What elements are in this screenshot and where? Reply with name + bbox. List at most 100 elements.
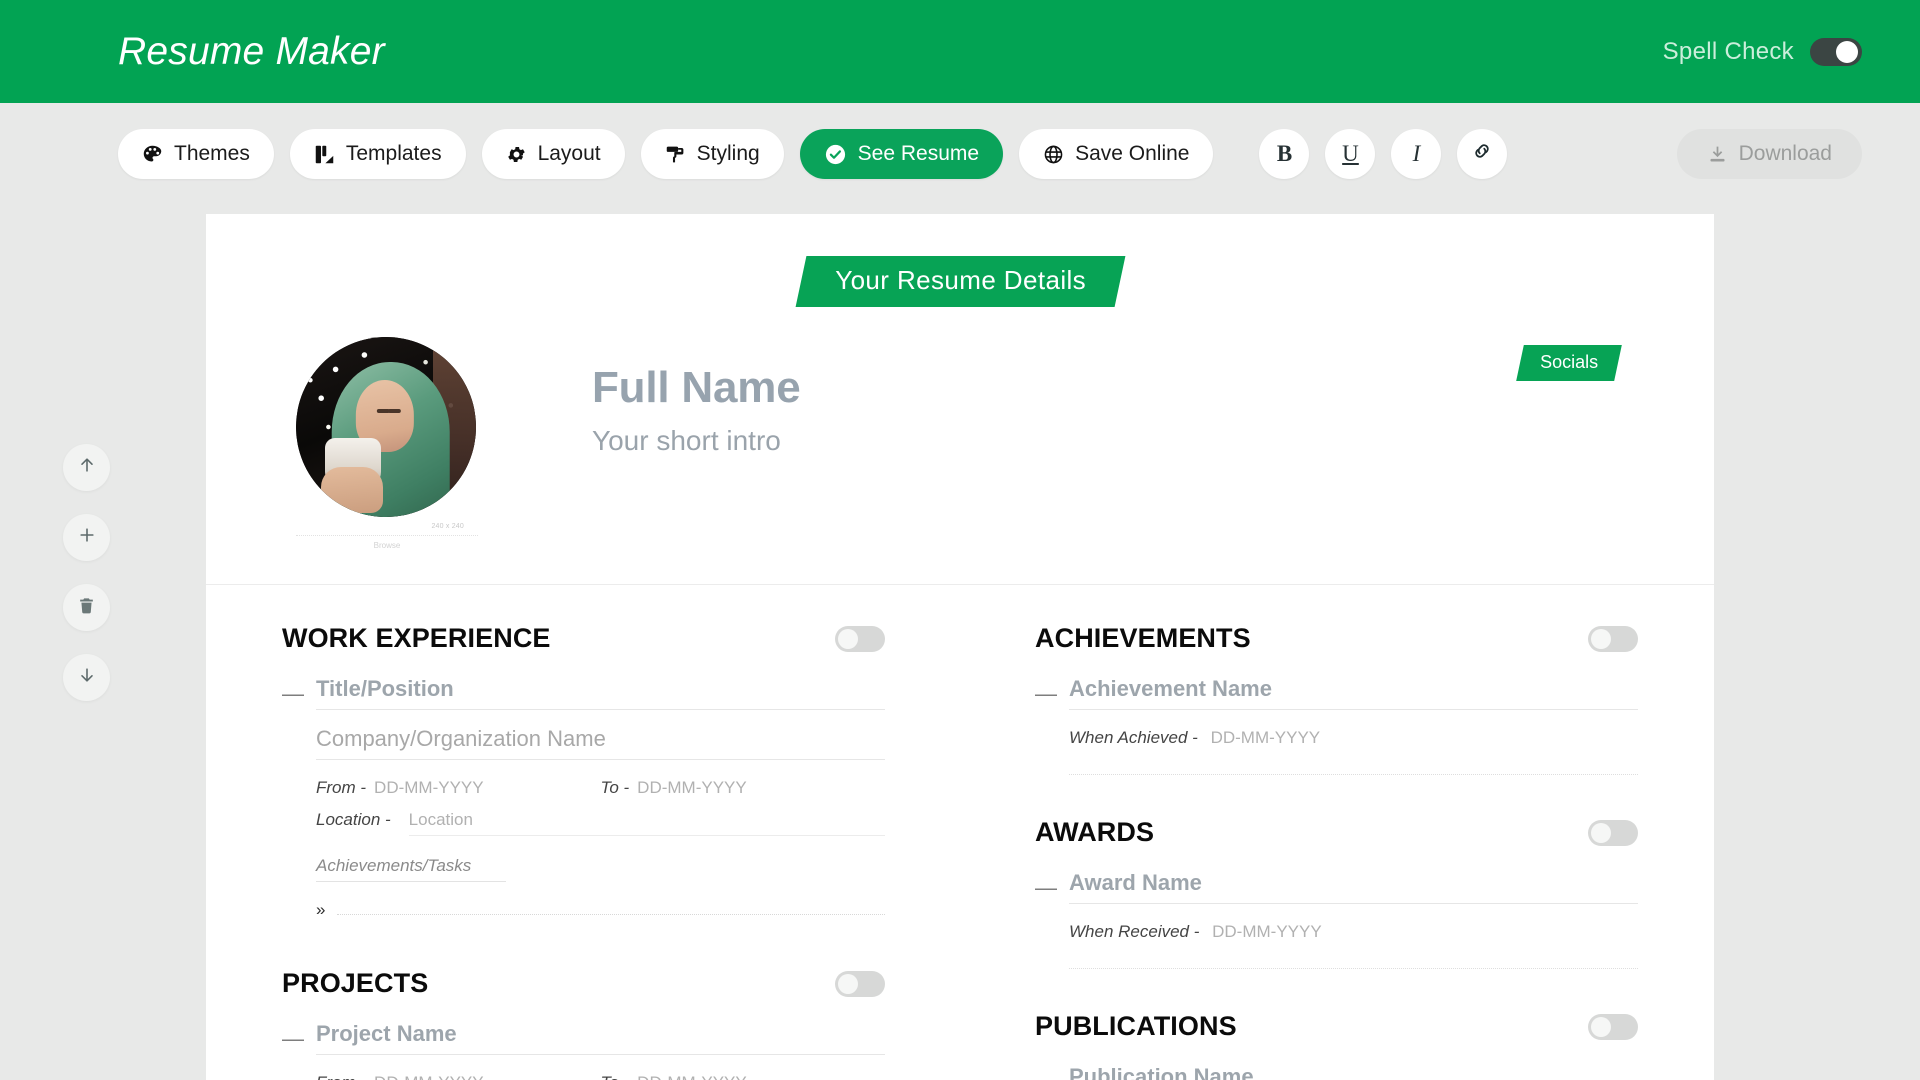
layout-button[interactable]: Layout	[481, 129, 625, 179]
work-bullet-dotted-line[interactable]	[337, 914, 885, 915]
themes-label: Themes	[174, 142, 250, 165]
banner-wrap: Your Resume Details	[206, 256, 1714, 307]
project-to-group: To - DD-MM-YYYY	[601, 1073, 886, 1080]
publications-header: PUBLICATIONS	[1035, 1011, 1638, 1042]
achievement-when-value[interactable]: DD-MM-YYYY	[1211, 728, 1321, 747]
palette-icon	[142, 144, 163, 165]
work-location-label: Location -	[316, 810, 391, 829]
achievement-name-field[interactable]: Achievement Name	[1069, 676, 1638, 710]
templates-label: Templates	[345, 142, 442, 165]
styling-label: Styling	[696, 142, 760, 165]
work-experience-toggle[interactable]	[835, 625, 885, 652]
entry-dash-icon: —	[282, 1026, 304, 1051]
resume-maker-app: Resume Maker Spell Check Themes Template…	[0, 0, 1920, 1080]
work-bullet-row: »	[282, 900, 885, 920]
toggle-knob	[838, 973, 858, 994]
publications-toggle[interactable]	[1588, 1013, 1638, 1040]
app-title: Resume Maker	[118, 29, 385, 73]
link-icon	[1471, 140, 1493, 168]
company-row: — Company/Organization Name	[282, 726, 885, 760]
identity-block: Full Name Your short intro	[592, 337, 801, 457]
see-resume-button[interactable]: See Resume	[799, 129, 1004, 179]
publication-name-field[interactable]: Publication Name	[1069, 1064, 1638, 1080]
work-to-value[interactable]: DD-MM-YYYY	[637, 778, 747, 798]
side-action-column	[63, 444, 110, 701]
link-button[interactable]	[1457, 129, 1508, 179]
download-button[interactable]: Download	[1676, 129, 1862, 179]
download-label: Download	[1738, 142, 1832, 165]
bullet-chevron-icon: »	[316, 900, 326, 919]
project-from-label: From -	[316, 1073, 366, 1080]
socials-button[interactable]: Socials	[1516, 345, 1622, 381]
spell-check-label: Spell Check	[1662, 37, 1794, 65]
editor-toolbar: Themes Templates Layout Styling See Resu…	[0, 103, 1920, 205]
socials-label: Socials	[1540, 352, 1599, 372]
work-location-row: Location - Location	[282, 810, 885, 836]
award-dotted-separator	[1069, 968, 1638, 969]
work-experience-title: WORK EXPERIENCE	[282, 623, 551, 653]
projects-toggle[interactable]	[835, 970, 885, 997]
title-position-field[interactable]: Title/Position	[316, 676, 885, 710]
styling-button[interactable]: Styling	[640, 129, 784, 179]
toggle-knob	[1591, 628, 1611, 649]
award-name-field[interactable]: Award Name	[1069, 870, 1638, 904]
avatar-eye-right	[387, 408, 401, 413]
templates-button[interactable]: Templates	[289, 129, 466, 179]
achievements-toggle[interactable]	[1588, 625, 1638, 652]
resume-details-banner: Your Resume Details	[795, 256, 1125, 307]
avatar[interactable]	[296, 337, 476, 517]
avatar-wrap: 240 x 240 Browse	[296, 337, 478, 550]
work-location-value[interactable]: Location	[408, 810, 885, 836]
swatch-icon	[314, 144, 335, 165]
project-name-field[interactable]: Project Name	[316, 1021, 885, 1055]
short-intro-field[interactable]: Your short intro	[592, 425, 800, 457]
profile-row: 240 x 240 Browse Full Name Your short in…	[206, 307, 1714, 550]
work-to-label: To -	[600, 778, 630, 797]
work-from-value[interactable]: DD-MM-YYYY	[374, 778, 484, 798]
projects-entry: — Project Name From - DD-MM-YYYY To - DD…	[282, 1021, 885, 1080]
project-from-value[interactable]: DD-MM-YYYY	[374, 1073, 484, 1080]
bold-button[interactable]: B	[1259, 129, 1310, 179]
avatar-browse-label[interactable]: Browse	[296, 541, 478, 550]
achievement-dotted-separator	[1069, 774, 1638, 775]
header-right-group: Spell Check	[1662, 37, 1862, 66]
globe-icon	[1043, 144, 1064, 165]
awards-title: AWARDS	[1035, 817, 1155, 847]
avatar-size-caption: 240 x 240	[431, 523, 464, 530]
project-to-value[interactable]: DD-MM-YYYY	[637, 1073, 747, 1080]
work-achievements-field[interactable]: Achievements/Tasks	[316, 856, 506, 882]
publications-entry: — Publication Name	[1035, 1064, 1638, 1080]
paint-roller-icon	[665, 144, 686, 165]
publications-title: PUBLICATIONS	[1035, 1011, 1237, 1041]
title-position-row: — Title/Position	[282, 676, 885, 710]
move-down-button[interactable]	[63, 654, 110, 701]
full-name-field[interactable]: Full Name	[592, 363, 801, 413]
company-field[interactable]: Company/Organization Name	[316, 726, 885, 760]
project-to-label: To -	[601, 1073, 630, 1080]
award-when-value[interactable]: DD-MM-YYYY	[1212, 922, 1322, 941]
achievements-header: ACHIEVEMENTS	[1035, 623, 1638, 654]
toggle-knob	[838, 628, 858, 649]
resume-sheet: Your Resume Details 240 x 240 Browse Ful…	[206, 214, 1714, 1080]
arrow-down-icon	[77, 665, 97, 690]
save-online-button[interactable]: Save Online	[1019, 129, 1214, 179]
delete-button[interactable]	[63, 584, 110, 631]
add-button[interactable]	[63, 514, 110, 561]
move-up-button[interactable]	[63, 444, 110, 491]
project-dates-row: From - DD-MM-YYYY To - DD-MM-YYYY	[282, 1073, 885, 1080]
banner-title: Your Resume Details	[834, 265, 1086, 295]
projects-title: PROJECTS	[282, 968, 429, 998]
italic-button[interactable]: I	[1391, 129, 1442, 179]
themes-button[interactable]: Themes	[118, 129, 274, 179]
toggle-knob	[1836, 40, 1858, 63]
awards-toggle[interactable]	[1588, 819, 1638, 846]
avatar-divider	[296, 535, 478, 536]
underline-button[interactable]: U	[1325, 129, 1376, 179]
work-from-group: From - DD-MM-YYYY	[316, 778, 601, 798]
spell-check-toggle[interactable]	[1810, 37, 1862, 66]
work-experience-entry: — Title/Position — Company/Organization …	[282, 676, 885, 920]
left-column: WORK EXPERIENCE — Title/Position — Compa…	[272, 585, 957, 1080]
award-when-label: When Received -	[1069, 922, 1200, 941]
toggle-knob	[1591, 1016, 1611, 1037]
